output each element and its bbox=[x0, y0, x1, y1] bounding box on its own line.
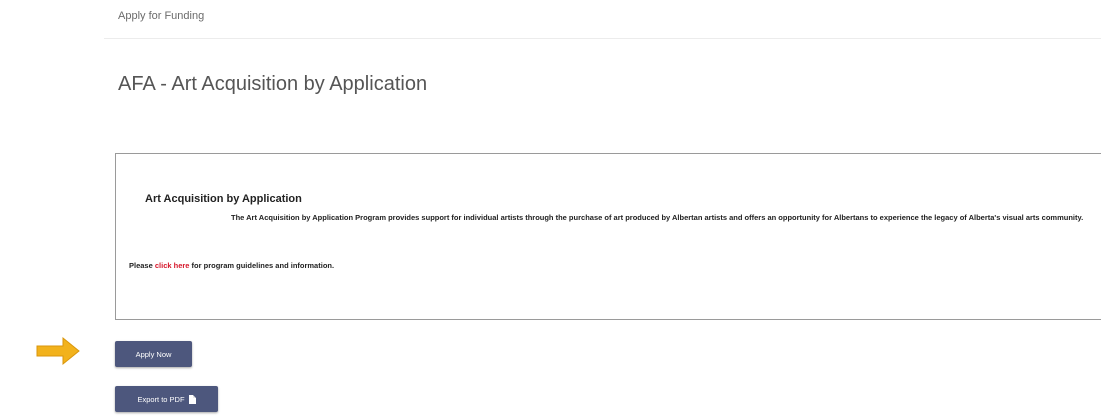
program-info-box: Art Acquisition by Application The Art A… bbox=[115, 153, 1101, 320]
header-divider bbox=[104, 38, 1101, 39]
guidelines-prefix: Please bbox=[129, 261, 155, 270]
apply-now-label: Apply Now bbox=[135, 349, 172, 359]
apply-now-button[interactable]: Apply Now bbox=[115, 341, 192, 367]
page-title: AFA - Art Acquisition by Application bbox=[118, 73, 428, 95]
guidelines-suffix: for program guidelines and information. bbox=[189, 261, 335, 270]
page: Apply for Funding AFA - Art Acquisition … bbox=[0, 0, 1101, 417]
arrow-right-icon bbox=[36, 336, 80, 366]
export-to-pdf-label: Export to PDF bbox=[137, 394, 185, 404]
breadcrumb[interactable]: Apply for Funding bbox=[118, 10, 204, 22]
program-description: The Art Acquisition by Application Progr… bbox=[231, 213, 1084, 222]
file-icon bbox=[188, 394, 196, 404]
export-to-pdf-button[interactable]: Export to PDF bbox=[115, 386, 218, 412]
guidelines-link[interactable]: click here bbox=[155, 261, 190, 270]
guidelines-line: Please click here for program guidelines… bbox=[129, 261, 334, 270]
program-heading: Art Acquisition by Application bbox=[145, 193, 302, 205]
